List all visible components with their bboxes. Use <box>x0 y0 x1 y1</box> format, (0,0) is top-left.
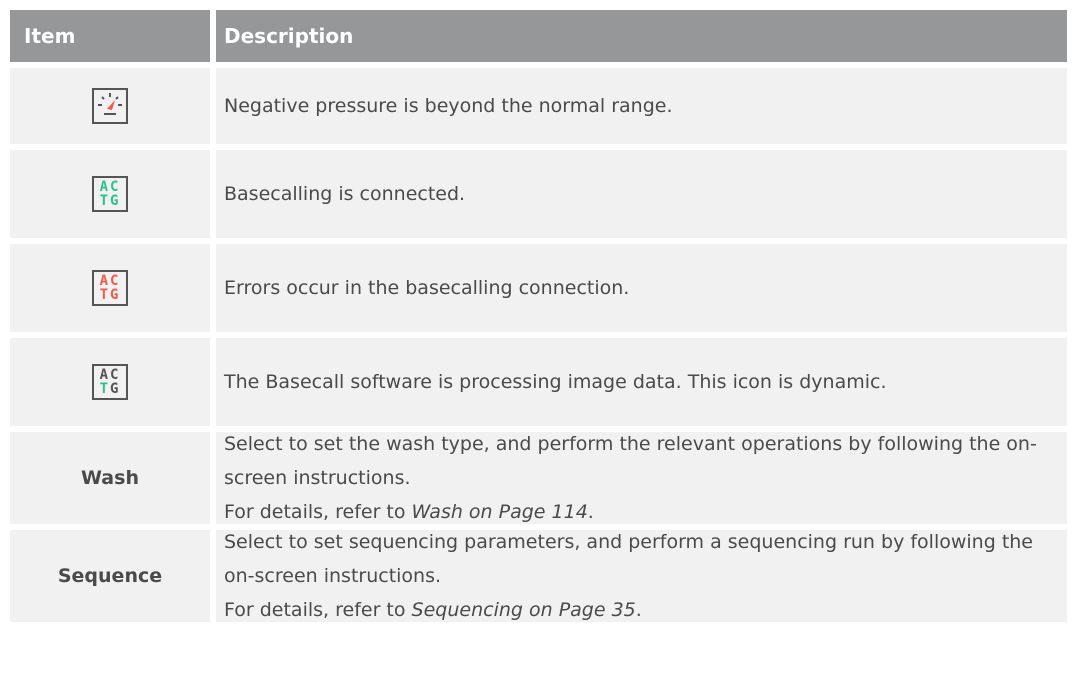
row-reference: For details, refer to Wash on Page 114. <box>224 501 594 523</box>
wash-label: Wash <box>81 467 139 489</box>
pressure-gauge-icon <box>92 88 128 124</box>
table-row: AC TG The Basecall software is processin… <box>10 332 1067 426</box>
table-row: AC TG Basecalling is connected. <box>10 144 1067 238</box>
actg-processing-icon: AC TG <box>92 364 128 400</box>
actg-green-icon: AC TG <box>92 176 128 212</box>
row-description: Basecalling is connected. <box>224 183 466 205</box>
table-header: Item Description <box>10 10 1067 62</box>
sequence-label: Sequence <box>57 565 163 587</box>
row-description: Select to set sequencing parameters, and… <box>224 531 1033 587</box>
table-row: Negative pressure is beyond the normal r… <box>10 62 1067 144</box>
row-description: Select to set the wash type, and perform… <box>224 433 1037 489</box>
row-reference: For details, refer to Sequencing on Page… <box>224 599 642 621</box>
row-description: Negative pressure is beyond the normal r… <box>224 95 673 117</box>
row-description: Errors occur in the basecalling connecti… <box>224 277 630 299</box>
table-row: AC TG Errors occur in the basecalling co… <box>10 238 1067 332</box>
row-description: The Basecall software is processing imag… <box>224 371 887 393</box>
header-description: Description <box>210 10 1067 62</box>
table-row: Sequence Select to set sequencing parame… <box>10 524 1067 622</box>
header-item: Item <box>24 24 76 48</box>
actg-red-icon: AC TG <box>92 270 128 306</box>
icon-description-table: Item Description Negative pressure is be… <box>10 10 1067 622</box>
wash-page-link: Wash on Page 114 <box>411 501 588 523</box>
sequencing-page-link: Sequencing on Page 35 <box>411 599 636 621</box>
table-row: Wash Select to set the wash type, and pe… <box>10 426 1067 524</box>
